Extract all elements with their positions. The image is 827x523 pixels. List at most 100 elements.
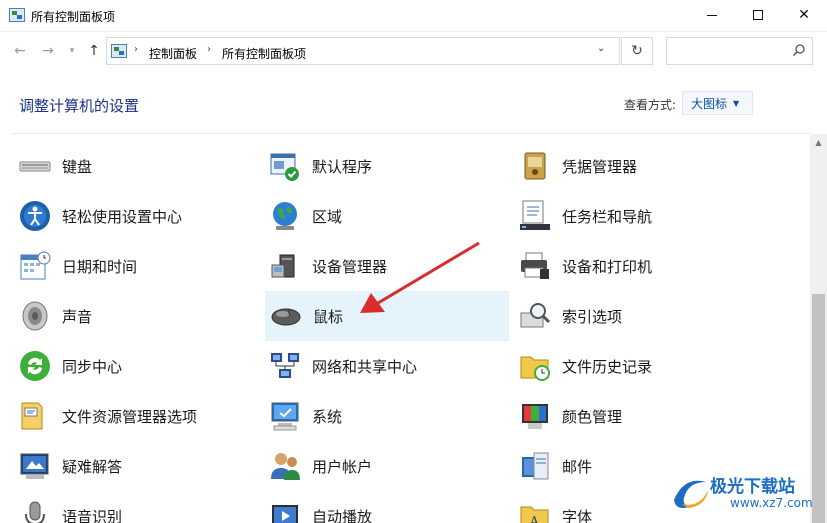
breadcrumb-all-items[interactable]: 所有控制面板项 (222, 45, 306, 62)
up-button[interactable]: ↑ (83, 40, 105, 62)
page-title: 调整计算机的设置 (19, 97, 140, 115)
mail-icon (522, 452, 549, 480)
item-color-management[interactable]: 颜色管理 (500, 391, 742, 441)
item-label: 日期和时间 (62, 257, 138, 276)
speaker-icon (22, 301, 48, 331)
view-by-value: 大图标 (691, 96, 728, 111)
refresh-button[interactable]: ↻ (621, 37, 653, 65)
item-label: 凭据管理器 (562, 157, 638, 176)
mouse-icon (271, 308, 301, 326)
minimize-button[interactable] (689, 0, 735, 30)
item-label: 字体 (562, 507, 593, 523)
item-region[interactable]: 区域 (250, 191, 492, 241)
up-arrow-icon: ↑ (88, 43, 100, 59)
back-button[interactable]: ← (9, 40, 31, 62)
indexing-icon (520, 303, 551, 328)
title-bar: 所有控制面板项 ✕ (0, 0, 827, 32)
item-system[interactable]: 系统 (250, 391, 492, 441)
item-indexing-options[interactable]: 索引选项 (500, 291, 742, 341)
search-input[interactable] (666, 37, 813, 65)
folder-options-icon (21, 402, 43, 430)
forward-arrow-icon: → (42, 43, 54, 59)
item-keyboard[interactable]: 键盘 (0, 141, 242, 191)
item-label: 同步中心 (62, 357, 123, 376)
item-label: 声音 (62, 307, 93, 326)
troubleshooting-icon (20, 453, 49, 479)
watermark-name: 极光下载站 (710, 477, 795, 497)
maximize-button[interactable] (735, 0, 781, 30)
item-autoplay[interactable]: 自动播放 (250, 491, 492, 523)
credential-manager-icon (524, 152, 546, 180)
item-label: 系统 (312, 407, 343, 426)
close-icon: ✕ (798, 7, 810, 23)
item-label: 任务栏和导航 (562, 207, 653, 226)
item-sync-center[interactable]: 同步中心 (0, 341, 242, 391)
item-label: 疑难解答 (62, 457, 123, 476)
item-ease-of-access[interactable]: 轻松使用设置中心 (0, 191, 242, 241)
item-default-programs[interactable]: 默认程序 (250, 141, 492, 191)
item-troubleshooting[interactable]: 疑难解答 (0, 441, 242, 491)
autoplay-icon (272, 505, 298, 523)
refresh-icon: ↻ (631, 43, 643, 59)
search-icon (792, 44, 805, 57)
maximize-icon (753, 10, 763, 20)
item-label: 设备管理器 (312, 257, 388, 276)
vertical-scrollbar[interactable]: ▲ (810, 134, 827, 523)
fonts-icon: A (520, 506, 549, 523)
item-label: 文件资源管理器选项 (62, 407, 198, 426)
back-arrow-icon: ← (14, 43, 26, 59)
user-accounts-icon (271, 453, 300, 480)
item-label: 用户帐户 (312, 457, 373, 476)
item-label: 区域 (312, 207, 343, 226)
item-label: 文件历史记录 (562, 357, 653, 376)
control-panel-icon (111, 44, 127, 58)
breadcrumb-separator-icon[interactable]: › (207, 44, 211, 55)
item-user-accounts[interactable]: 用户帐户 (250, 441, 492, 491)
system-icon (271, 402, 299, 431)
item-sound[interactable]: 声音 (0, 291, 242, 341)
item-credential-manager[interactable]: 凭据管理器 (500, 141, 742, 191)
region-globe-icon (273, 202, 297, 230)
view-by-label: 查看方式: (624, 98, 677, 112)
chevron-down-icon: ▼ (733, 98, 740, 108)
control-panel-icon (9, 8, 25, 22)
item-label: 自动播放 (312, 507, 373, 523)
view-by-dropdown[interactable]: 大图标 ▼ (682, 91, 753, 115)
item-label: 索引选项 (562, 307, 623, 326)
close-button[interactable]: ✕ (781, 0, 827, 30)
watermark-url: www.xz7.com (730, 496, 813, 510)
microphone-icon (25, 501, 45, 523)
breadcrumb-control-panel[interactable]: 控制面板 (149, 45, 197, 62)
item-label: 设备和打印机 (562, 257, 653, 276)
item-label: 邮件 (562, 457, 593, 476)
recent-locations-button[interactable]: ▾ (61, 40, 83, 62)
address-bar[interactable]: › 控制面板 › 所有控制面板项 ⌄ (106, 37, 620, 65)
item-network-sharing[interactable]: 网络和共享中心 (250, 341, 492, 391)
taskbar-icon (520, 200, 550, 230)
color-management-icon (522, 404, 548, 429)
network-icon (271, 353, 299, 378)
breadcrumb-separator-icon[interactable]: › (134, 44, 138, 55)
item-device-manager[interactable]: 设备管理器 (250, 241, 492, 291)
item-date-time[interactable]: 日期和时间 (0, 241, 242, 291)
date-time-icon (20, 251, 51, 280)
item-mouse[interactable]: 鼠标 (265, 291, 509, 341)
scroll-up-icon[interactable]: ▲ (810, 134, 827, 151)
item-taskbar-navigation[interactable]: 任务栏和导航 (500, 191, 742, 241)
item-label: 网络和共享中心 (312, 357, 418, 376)
watermark-swirl-icon (674, 480, 708, 508)
item-devices-printers[interactable]: 设备和打印机 (500, 241, 742, 291)
sync-icon (20, 351, 50, 381)
item-label: 颜色管理 (562, 407, 623, 426)
item-speech-recognition[interactable]: 语音识别 (0, 491, 242, 523)
item-label: 轻松使用设置中心 (62, 207, 183, 226)
item-file-history[interactable]: 文件历史记录 (500, 341, 742, 391)
device-manager-icon (271, 254, 295, 278)
forward-button[interactable]: → (37, 40, 59, 62)
address-dropdown-icon[interactable]: ⌄ (597, 43, 605, 54)
window-title: 所有控制面板项 (31, 10, 116, 24)
watermark-logo: 极光下载站 www.xz7.com (668, 466, 822, 518)
ease-of-access-icon (20, 201, 50, 231)
item-label: 默认程序 (312, 157, 373, 176)
item-file-explorer-options[interactable]: 文件资源管理器选项 (0, 391, 242, 441)
